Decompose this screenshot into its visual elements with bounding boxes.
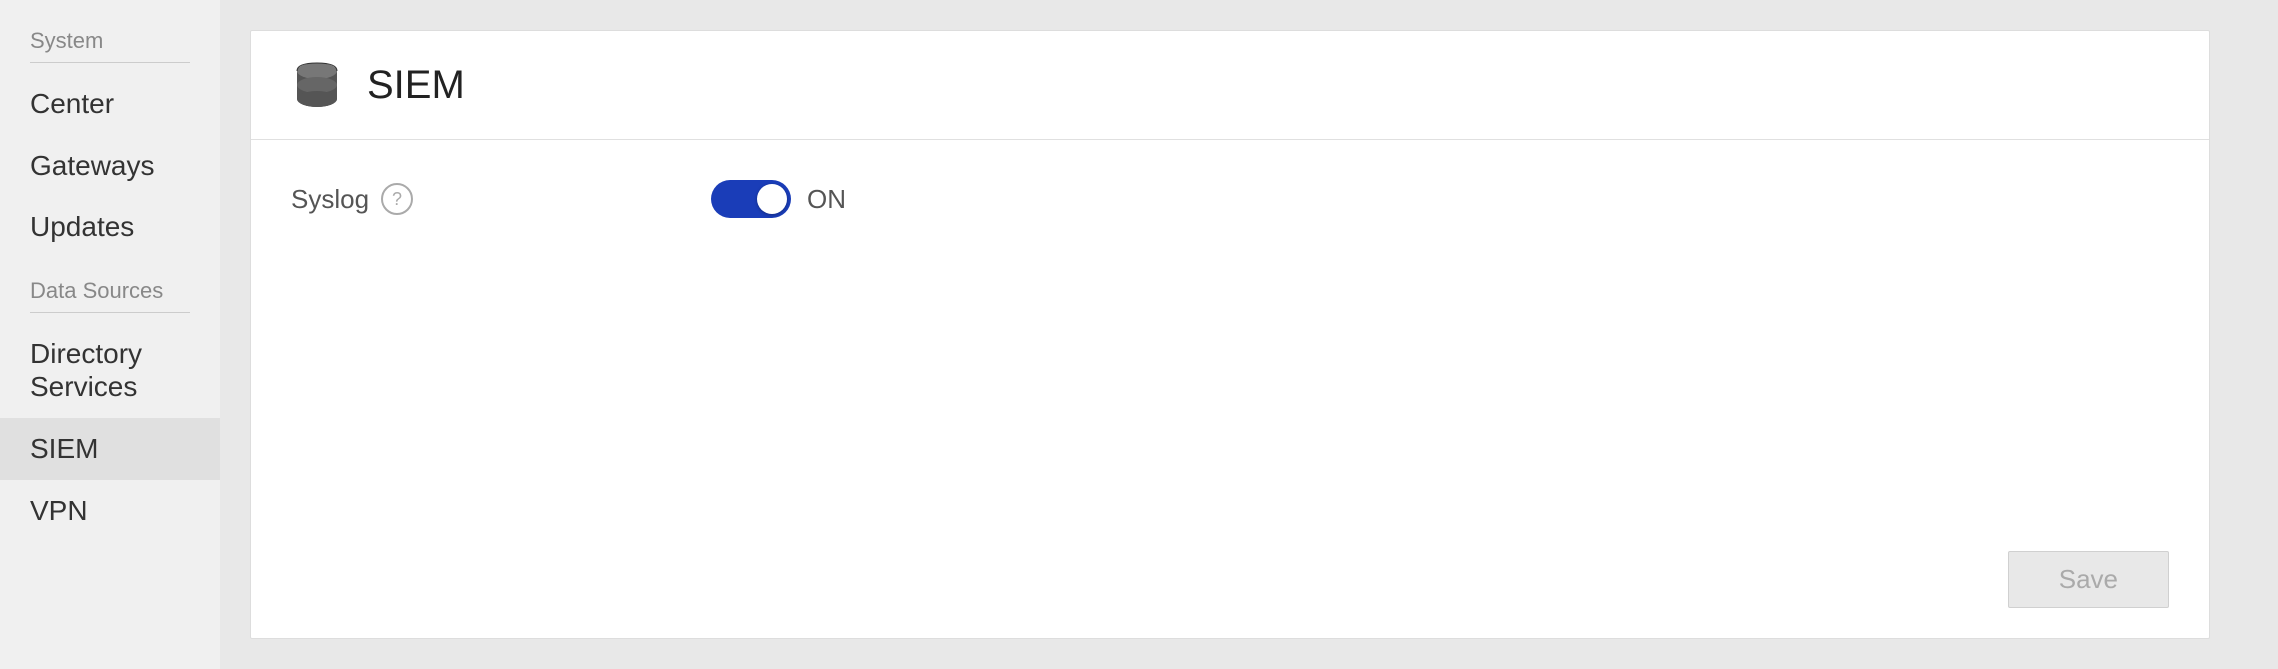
toggle-state-label: ON [807,184,846,215]
syslog-row: Syslog ? ON [291,180,2169,218]
sidebar-item-vpn[interactable]: VPN [0,480,220,542]
card-footer: Save [251,551,2209,638]
help-icon[interactable]: ? [381,183,413,215]
syslog-toggle[interactable] [711,180,791,218]
sidebar-item-directory-services[interactable]: Directory Services [0,323,220,418]
page-title: SIEM [367,63,465,108]
card-header: SIEM [251,31,2209,140]
sidebar-item-updates[interactable]: Updates [0,196,220,258]
sidebar: System Center Gateways Updates Data Sour… [0,0,220,669]
toggle-thumb [757,184,787,214]
system-section-label: System [0,28,220,62]
save-button[interactable]: Save [2008,551,2169,608]
sidebar-item-gateways[interactable]: Gateways [0,135,220,197]
sidebar-item-center[interactable]: Center [0,73,220,135]
data-sources-divider [30,312,190,313]
toggle-track [711,180,791,218]
section-gap [0,258,220,278]
data-sources-section-label: Data Sources [0,278,220,312]
toggle-container: ON [711,180,846,218]
syslog-label: Syslog [291,184,369,215]
system-divider [30,62,190,63]
siem-icon [291,59,343,111]
syslog-label-group: Syslog ? [291,183,471,215]
sidebar-item-siem[interactable]: SIEM [0,418,220,480]
main-content: SIEM Syslog ? ON [220,0,2278,669]
content-card: SIEM Syslog ? ON [250,30,2210,639]
card-body: Syslog ? ON [251,140,2209,551]
